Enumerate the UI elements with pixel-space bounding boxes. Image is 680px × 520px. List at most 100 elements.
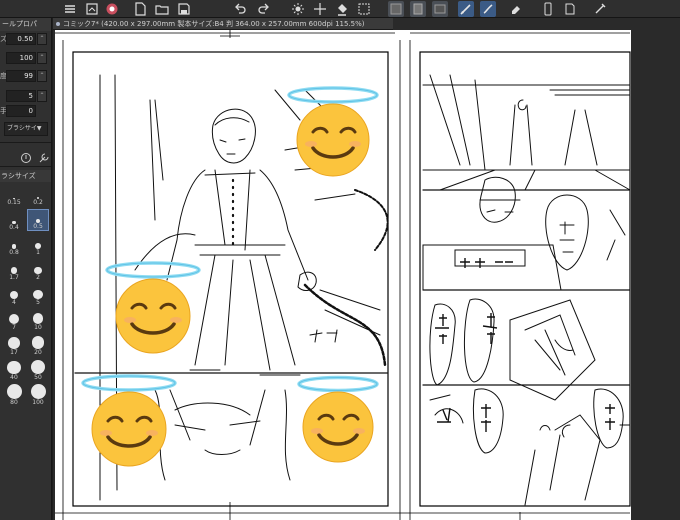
spin-icon[interactable]: ⌃ [37, 70, 47, 82]
spin-icon[interactable]: ⌃ [37, 33, 47, 45]
brush-icon[interactable] [480, 1, 496, 17]
tool-property-tab[interactable]: ールプロパ [0, 18, 51, 31]
eraser-icon[interactable] [508, 1, 524, 17]
brush-dot-icon [31, 336, 45, 349]
brush-size-option[interactable]: 2 [27, 259, 49, 281]
brush-dot-icon [9, 290, 19, 299]
brush-size-label: 40 [10, 374, 18, 381]
brush-size-option[interactable]: 100 [27, 384, 49, 406]
brush-size-label: 0.8 [9, 249, 19, 256]
brush-size-label: 7 [12, 324, 16, 331]
menu-icon[interactable] [62, 1, 78, 17]
brush-size-label: 0.15 [7, 199, 21, 206]
tool-property-panel: ールプロパ ズ 0.50 ⌃ 100 ⌃ 度 99 ⌃ 5 ⌃ 手 0 ブラシサ… [0, 18, 52, 520]
brush-size-option[interactable]: 40 [3, 359, 25, 381]
opacity-input[interactable]: 100 [6, 52, 36, 64]
angel-emoji-sticker [81, 373, 177, 469]
brush-size-label: 80 [10, 399, 18, 406]
brush-size-label: 5 [36, 299, 40, 306]
brush-dot-icon [30, 384, 46, 399]
phone-icon[interactable] [540, 1, 556, 17]
brush-size-label: 1.7 [9, 274, 19, 281]
cross-icon[interactable] [312, 1, 328, 17]
brush-dot-icon [8, 337, 20, 349]
brush-size-label: 0.5 [33, 223, 43, 230]
brush-dot-icon [33, 289, 43, 299]
bubble-lettering [435, 258, 615, 432]
brush-dot-icon [32, 313, 44, 324]
prop-brush-size: ズ 0.50 ⌃ [0, 32, 51, 46]
brush-size-option[interactable]: 20 [27, 334, 49, 356]
manga-spread[interactable] [55, 30, 680, 520]
brush-dot-icon [34, 266, 42, 274]
doc-icon[interactable] [410, 1, 426, 17]
document-tab[interactable]: コミック7* (420.00 x 297.00mm 製本サイズ:B4 判 364… [53, 18, 393, 30]
brush-dot-icon [30, 359, 46, 374]
density-input[interactable]: 99 [6, 70, 36, 82]
main-toolbar [0, 0, 680, 18]
divider [0, 166, 51, 167]
brush-size-label: 17 [10, 349, 18, 356]
brush-size-option[interactable]: 0.15 [3, 184, 25, 206]
right-page-art [422, 74, 631, 506]
brush-size-option[interactable]: 7 [3, 309, 25, 331]
pen2-icon[interactable] [592, 1, 608, 17]
layer-icon[interactable] [84, 1, 100, 17]
doc2-icon[interactable] [562, 1, 578, 17]
brush-shape-select[interactable]: ブラシサイ▼ [4, 122, 48, 136]
wrench-icon[interactable] [38, 149, 50, 163]
brush-dot-icon [10, 267, 18, 274]
brush-size-option[interactable]: 1 [27, 234, 49, 256]
brush-size-input[interactable]: 0.50 [6, 33, 36, 45]
open-icon[interactable] [154, 1, 170, 17]
brush-dot-icon [9, 314, 19, 324]
sun-icon[interactable] [290, 1, 306, 17]
divider [0, 142, 51, 143]
brush-size-option[interactable]: 1.7 [3, 259, 25, 281]
clip-studio-icon[interactable] [104, 1, 120, 17]
brush-size-option[interactable]: 5 [27, 284, 49, 306]
brush-size-label: 0.4 [9, 224, 19, 231]
undo-icon[interactable] [232, 1, 248, 17]
brush-size-label: 100 [32, 399, 44, 406]
prop-hand: 手 0 [0, 104, 51, 118]
brush-size-option[interactable]: 80 [3, 384, 25, 406]
prop-stabilization: 5 ⌃ [0, 89, 51, 103]
pen-icon[interactable] [458, 1, 474, 17]
document-title: コミック7* (420.00 x 297.00mm 製本サイズ:B4 判 364… [63, 20, 365, 28]
brush-size-label: 20 [34, 349, 42, 356]
redo-icon[interactable] [256, 1, 272, 17]
brush-size-label: 10 [34, 324, 42, 331]
brush-dot-icon [6, 384, 22, 399]
brush-dot-icon [7, 360, 21, 374]
brush-size-option[interactable]: 10 [27, 309, 49, 331]
fill-icon[interactable] [334, 1, 350, 17]
new-icon[interactable] [132, 1, 148, 17]
brush-size-option[interactable]: 4 [3, 284, 25, 306]
transform-icon[interactable] [356, 1, 372, 17]
stabilization-input[interactable]: 5 [6, 90, 36, 102]
canvas-area[interactable]: コミック7* (420.00 x 297.00mm 製本サイズ:B4 判 364… [53, 18, 680, 520]
spin-icon[interactable]: ⌃ [37, 90, 47, 102]
spin-icon[interactable]: ⌃ [37, 52, 47, 64]
canvas-margin [631, 30, 680, 520]
layer2-icon[interactable] [432, 1, 448, 17]
hand-input[interactable]: 0 [6, 105, 36, 117]
ruler-icon[interactable] [388, 1, 404, 17]
brush-size-option[interactable]: 0.4 [3, 209, 25, 231]
angel-emoji-sticker [105, 260, 201, 356]
save-icon[interactable] [176, 1, 192, 17]
brush-size-option[interactable]: 0.2 [27, 184, 49, 206]
prop-opacity: 100 ⌃ [0, 51, 51, 65]
brush-size-option[interactable]: 50 [27, 359, 49, 381]
brush-size-option[interactable]: 0.5 [27, 209, 49, 231]
brush-size-option[interactable]: 0.8 [3, 234, 25, 256]
brush-size-label: 2 [36, 274, 40, 281]
brush-size-label: 4 [12, 299, 16, 306]
prop-density: 度 99 ⌃ [0, 69, 51, 83]
angel-emoji-sticker [287, 86, 379, 178]
brush-size-label: 50 [34, 374, 42, 381]
brush-size-option[interactable]: 17 [3, 334, 25, 356]
angel-emoji-sticker [297, 375, 379, 465]
settings-icon[interactable] [20, 149, 32, 163]
